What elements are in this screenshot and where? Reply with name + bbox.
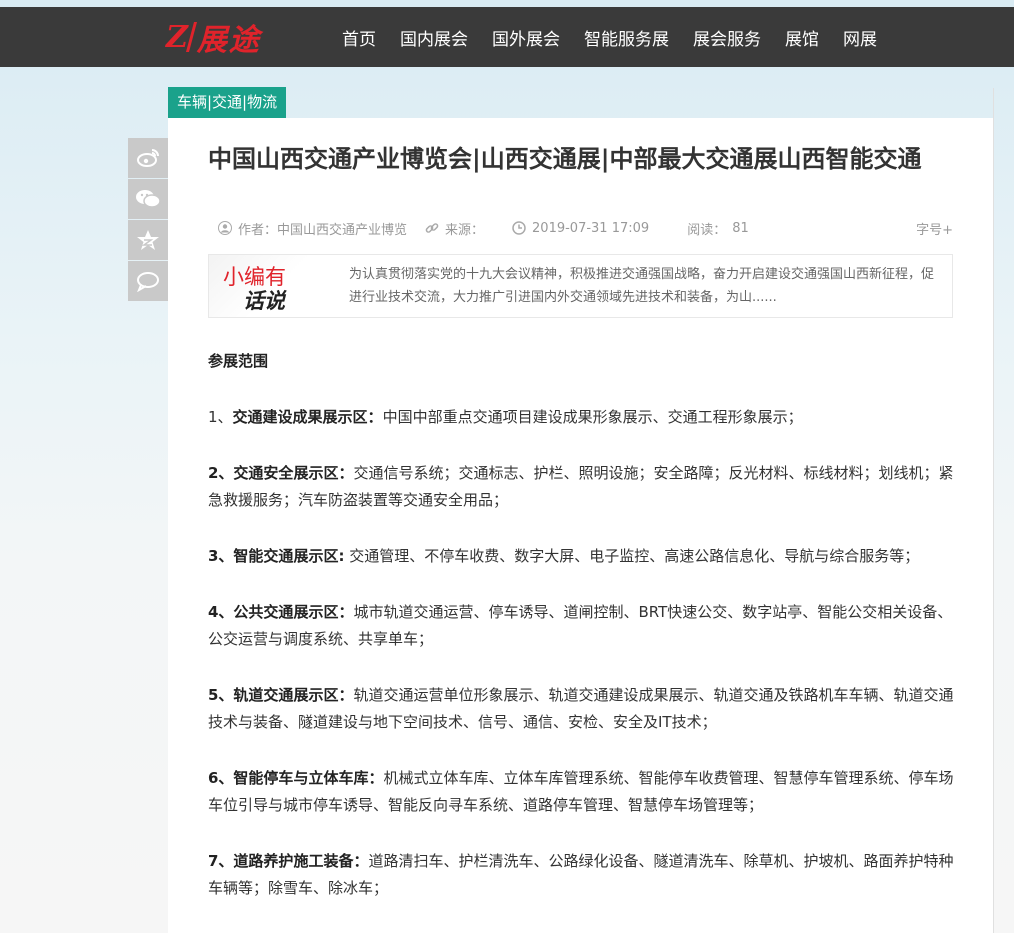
item-heading: 2、交通安全展示区：: [208, 464, 354, 482]
body-paragraph: 6、智能停车与立体车库：机械式立体车库、立体车库管理系统、智能停车收费管理、智慧…: [208, 765, 958, 819]
link-icon: [425, 223, 439, 233]
nav-smart-service-expo[interactable]: 智能服务展: [584, 25, 669, 50]
meta-author: 作者：中国山西交通产业博览: [218, 219, 407, 238]
section-title-text: 参展范围: [208, 352, 269, 370]
views-count: 81: [732, 220, 749, 236]
user-icon: [218, 221, 232, 235]
nav-foreign-expo[interactable]: 国外展会: [492, 25, 560, 50]
author-text: 作者：中国山西交通产业博览: [238, 222, 408, 238]
top-nav-bar: Z 展途 首页 国内展会 国外展会 智能服务展 展会服务 展馆 网展: [0, 7, 1014, 67]
nav-home[interactable]: 首页: [342, 25, 376, 50]
item-text: 交通管理、不停车收费、数字大屏、电子监控、高速公路信息化、导航与综合服务等；: [344, 547, 920, 565]
body-paragraph: 1、交通建设成果展示区：中国中部重点交通项目建设成果形象展示、交通工程形象展示；: [208, 404, 958, 431]
article-panel: 中国山西交通产业博览会|山西交通展|中部最大交通展山西智能交通 作者：中国山西交…: [168, 88, 994, 933]
body-paragraph: 4、公共交通展示区：城市轨道交通运营、停车诱导、道闸控制、BRT快速公交、数字站…: [208, 599, 958, 653]
nav-venue[interactable]: 展馆: [785, 25, 819, 50]
item-heading: 6、智能停车与立体车库：: [208, 769, 384, 787]
item-heading: 3、智能交通展示区:: [208, 547, 345, 565]
main-nav: 首页 国内展会 国外展会 智能服务展 展会服务 展馆 网展: [330, 7, 889, 67]
panel-divider: [993, 88, 994, 933]
qzone-icon[interactable]: [128, 220, 168, 260]
category-tag[interactable]: 车辆|交通|物流: [168, 87, 287, 118]
logo-divider: [185, 22, 197, 52]
item-heading: 交通建设成果展示区：: [232, 408, 383, 426]
item-heading: 7、道路养护施工装备：: [208, 852, 369, 870]
nav-expo-service[interactable]: 展会服务: [693, 25, 761, 50]
summary-box: 小编有 话说 为认真贯彻落实党的十九大会议精神，积极推进交通强国战略，奋力开启建…: [208, 254, 953, 318]
logo-mark: Z: [166, 19, 188, 55]
badge-line2: 话说: [243, 289, 285, 313]
section-title: 参展范围: [208, 348, 958, 375]
meta-source: 来源：: [425, 219, 484, 238]
body-paragraph: 5、轨道交通展示区：轨道交通运营单位形象展示、轨道交通建设成果展示、轨道交通及铁…: [208, 682, 958, 736]
article-meta: 作者：中国山西交通产业博览 来源： 2019-07-31 17:09 阅读： 8…: [218, 218, 953, 238]
article-body: 参展范围 1、交通建设成果展示区：中国中部重点交通项目建设成果形象展示、交通工程…: [208, 348, 958, 931]
summary-text: 为认真贯彻落实党的十九大会议精神，积极推进交通强国战略，奋力开启建设交通强国山西…: [349, 267, 935, 305]
font-size-button[interactable]: 字号+: [916, 219, 953, 238]
site-logo[interactable]: Z 展途: [166, 17, 261, 59]
comment-icon[interactable]: [128, 261, 168, 301]
article-title: 中国山西交通产业博览会|山西交通展|中部最大交通展山西智能交通: [208, 145, 922, 173]
nav-online-expo[interactable]: 网展: [843, 25, 877, 50]
nav-domestic-expo[interactable]: 国内展会: [400, 25, 468, 50]
meta-views: 阅读： 81: [687, 219, 749, 238]
editor-says-badge: 小编有 话说: [209, 255, 317, 317]
body-paragraph: 3、智能交通展示区: 交通管理、不停车收费、数字大屏、电子监控、高速公路信息化、…: [208, 543, 958, 570]
item-heading: 5、轨道交通展示区：: [208, 686, 354, 704]
item-heading: 4、公共交通展示区：: [208, 603, 354, 621]
clock-icon: [512, 221, 526, 235]
weibo-icon[interactable]: [128, 138, 168, 178]
item-text: 中国中部重点交通项目建设成果形象展示、交通工程形象展示；: [382, 408, 803, 426]
meta-time: 2019-07-31 17:09: [512, 221, 649, 236]
views-label: 阅读：: [687, 222, 727, 238]
datetime-text: 2019-07-31 17:09: [532, 220, 650, 236]
item-number: 1、: [208, 408, 233, 426]
body-paragraph: 2、交通安全展示区：交通信号系统；交通标志、护栏、照明设施；安全路障；反光材料、…: [208, 460, 958, 514]
wechat-icon[interactable]: [128, 179, 168, 219]
source-text: 来源：: [445, 222, 485, 238]
share-sidebar: [128, 138, 168, 302]
body-paragraph: 7、道路养护施工装备：道路清扫车、护栏清洗车、公路绿化设备、隧道清洗车、除草机、…: [208, 848, 958, 902]
logo-name: 展途: [196, 23, 261, 58]
